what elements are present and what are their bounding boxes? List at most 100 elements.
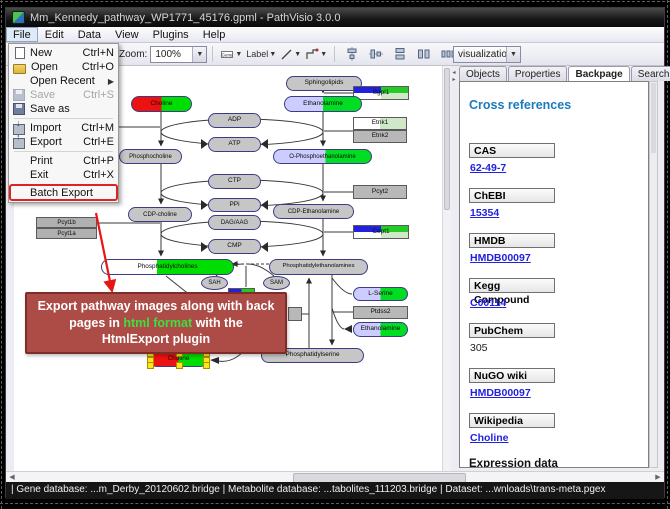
xref-database-name: PubChem bbox=[469, 323, 555, 338]
xref-link[interactable]: C00114 bbox=[470, 297, 648, 308]
save-icon bbox=[13, 89, 25, 101]
selection-handle[interactable] bbox=[176, 362, 183, 369]
tab-search[interactable]: Search bbox=[631, 66, 670, 81]
selection-handle[interactable] bbox=[203, 362, 210, 369]
xref-link[interactable]: HMDB00097 bbox=[470, 387, 648, 398]
pathway-node-pcyt1b[interactable]: Pcyt1b bbox=[36, 217, 97, 228]
callout-line1: Export pathway images along with back bbox=[29, 298, 283, 315]
pathway-node-cdp-choline[interactable]: CDP-choline bbox=[128, 207, 192, 222]
pathway-node-gene-box-partial[interactable] bbox=[288, 307, 302, 321]
collapse-right-icon[interactable]: ▸ bbox=[452, 77, 455, 84]
canvas-vertical-scrollbar[interactable] bbox=[442, 66, 451, 471]
collapse-left-icon[interactable]: ◂ bbox=[452, 70, 455, 77]
node-label: Choline bbox=[150, 101, 172, 108]
chevron-down-icon[interactable]: ▼ bbox=[192, 47, 206, 62]
pathway-node-dag-aag[interactable]: DAG/AAG bbox=[208, 215, 261, 230]
chevron-down-icon[interactable]: ▼ bbox=[506, 47, 520, 62]
add-gene-button[interactable]: Gene ▼ bbox=[219, 44, 243, 65]
xref-link[interactable]: HMDB00097 bbox=[470, 252, 648, 263]
pathway-node-choline-selected[interactable]: Choline bbox=[149, 352, 208, 367]
file-menu-item-exit[interactable]: ExitCtrl+X bbox=[10, 168, 117, 182]
pathway-node-adp[interactable]: ADP bbox=[208, 113, 261, 128]
xref-database-name: Wikipedia bbox=[469, 413, 555, 428]
pathway-node-ethanolamine-low[interactable]: Ethanolamine bbox=[353, 322, 408, 337]
pathway-node-etnk1[interactable]: Etnk1 bbox=[353, 117, 407, 130]
file-menu-item-open[interactable]: OpenCtrl+O bbox=[10, 60, 117, 74]
chevron-down-icon: ▼ bbox=[320, 51, 327, 58]
tab-backpage[interactable]: Backpage bbox=[568, 66, 629, 81]
align-center-x-button[interactable] bbox=[341, 44, 363, 65]
pathway-node-ethanolamine-top[interactable]: Ethanolamine bbox=[284, 96, 362, 112]
menu-edit[interactable]: Edit bbox=[38, 27, 71, 42]
file-menu-item-import[interactable]: ImportCtrl+M bbox=[10, 121, 117, 135]
xref-link[interactable]: Choline bbox=[470, 432, 648, 443]
add-line-button[interactable]: ▼ bbox=[279, 44, 302, 65]
backpage-panel: Cross references CAS62-49-7ChEBI15354HMD… bbox=[459, 81, 649, 468]
xref-link[interactable]: 15354 bbox=[470, 207, 648, 218]
xref-database-name: Kegg Compound bbox=[469, 278, 555, 293]
scroll-right-icon[interactable]: ▶ bbox=[653, 472, 663, 482]
file-menu-item-new[interactable]: NewCtrl+N bbox=[10, 46, 117, 60]
file-menu-item-batch-export[interactable]: Batch Export bbox=[10, 185, 117, 200]
pathway-node-o-phosphoethanolamine[interactable]: O-Phosphoethanolamine bbox=[273, 149, 372, 164]
zoom-combobox[interactable]: 100% ▼ bbox=[150, 46, 207, 63]
file-menu-item-open-recent[interactable]: Open Recent▶ bbox=[10, 74, 117, 88]
pathway-node-l-serine[interactable]: L-Serine bbox=[353, 287, 408, 301]
stack-vertical-icon bbox=[393, 47, 407, 61]
file-menu-item-save-as[interactable]: Save as bbox=[10, 102, 117, 116]
file-menu-item-save[interactable]: SaveCtrl+S bbox=[10, 88, 117, 102]
selection-handle[interactable] bbox=[147, 362, 154, 369]
pathway-node-cdp-ethanolamine[interactable]: CDP-Ethanolamine bbox=[273, 204, 354, 219]
node-label: CDP-choline bbox=[143, 212, 177, 218]
add-label-button[interactable]: Label ▼ bbox=[245, 44, 277, 65]
menu-view[interactable]: View bbox=[108, 27, 146, 42]
pathway-node-pcyt1a[interactable]: Pcyt1a bbox=[36, 228, 97, 239]
node-label: Phosphatidylserine bbox=[286, 352, 340, 358]
menu-help[interactable]: Help bbox=[196, 27, 233, 42]
panel-scrollbar[interactable] bbox=[649, 81, 658, 468]
canvas-horizontal-scrollbar[interactable]: ◀ ▶ bbox=[6, 471, 664, 482]
pathway-node-choline-top[interactable]: Choline bbox=[131, 96, 192, 112]
pathway-node-phosphatidylethanolamines[interactable]: Phosphatidylethanolamines bbox=[269, 259, 368, 275]
stack-vertical-button[interactable] bbox=[389, 44, 411, 65]
pathway-node-cmp[interactable]: CMP bbox=[208, 239, 261, 254]
vertical-scroll-thumb[interactable] bbox=[444, 68, 450, 210]
node-label: Phosphatidylcholines bbox=[137, 264, 197, 270]
pathway-node-etnk2[interactable]: Etnk2 bbox=[353, 130, 407, 143]
pathway-node-atp[interactable]: ATP bbox=[208, 137, 261, 152]
scroll-left-icon[interactable]: ◀ bbox=[7, 472, 17, 482]
panel-scroll-thumb[interactable] bbox=[651, 83, 656, 153]
align-center-y-icon bbox=[369, 47, 383, 61]
align-center-y-button[interactable] bbox=[365, 44, 387, 65]
pathway-node-phosphatidylcholines[interactable]: Phosphatidylcholines bbox=[101, 259, 234, 275]
pathway-node-pcyt2[interactable]: Pcyt2 bbox=[353, 185, 407, 199]
pathway-node-sphingolipids[interactable]: Sphingolipids bbox=[286, 76, 362, 91]
menu-file[interactable]: File bbox=[6, 27, 38, 42]
add-connector-button[interactable]: ▼ bbox=[304, 44, 328, 65]
node-label: Pcyt1a bbox=[57, 231, 75, 237]
file-menu-item-export[interactable]: ExportCtrl+E bbox=[10, 135, 117, 149]
visualization-combobox[interactable]: visualization ▼ bbox=[453, 46, 521, 63]
node-label: L-Serine bbox=[368, 291, 393, 298]
menu-data[interactable]: Data bbox=[71, 27, 108, 42]
xref-link[interactable]: 62-49-7 bbox=[470, 162, 648, 173]
pathway-node-sgpl1[interactable]: Sgpl1 bbox=[353, 86, 409, 100]
pathway-node-ctp[interactable]: CTP bbox=[208, 174, 261, 189]
pathway-node-sam[interactable]: SAM bbox=[263, 276, 290, 290]
pathway-node-ptdss2[interactable]: Ptdss2 bbox=[353, 306, 408, 319]
pathway-node-cept1[interactable]: Cept1 bbox=[353, 225, 409, 239]
pathway-node-ppi[interactable]: PPi bbox=[208, 198, 261, 212]
tab-properties[interactable]: Properties bbox=[508, 66, 568, 81]
title-bar[interactable]: Mm_Kennedy_pathway_WP1771_45176.gpml - P… bbox=[6, 8, 664, 27]
menu-plugins[interactable]: Plugins bbox=[146, 27, 196, 42]
svg-text:Gene: Gene bbox=[222, 53, 234, 58]
xref-section-wikipedia: Wikipedia Choline bbox=[469, 413, 648, 443]
file-menu-item-print[interactable]: PrintCtrl+P bbox=[10, 154, 117, 168]
node-label: Cept1 bbox=[372, 229, 389, 236]
node-label: Sgpl1 bbox=[373, 90, 390, 97]
pathway-node-phosphocholine[interactable]: Phosphocholine bbox=[119, 149, 182, 164]
menu-separator bbox=[14, 118, 113, 119]
pathway-node-sah[interactable]: SAH bbox=[201, 276, 228, 290]
tab-objects[interactable]: Objects bbox=[459, 66, 507, 81]
stack-horizontal-button[interactable] bbox=[413, 44, 435, 65]
